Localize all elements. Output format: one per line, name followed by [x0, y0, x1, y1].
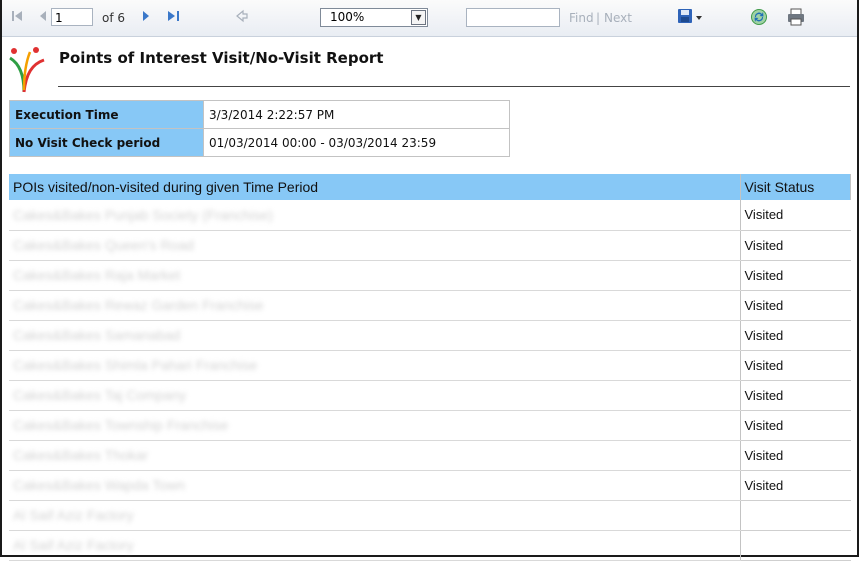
visit-status	[739, 530, 851, 561]
find-separator: |	[596, 11, 601, 25]
visit-status: Visited	[739, 260, 851, 291]
poi-name: Cakes&Bakes Taj Company	[9, 380, 740, 411]
table-row: Cakes&Bakes Raja Market Visited	[9, 260, 851, 291]
print-icon[interactable]	[786, 7, 806, 26]
table-row: Cakes&Bakes Queen's Road Visited	[9, 230, 851, 261]
visit-status: Visited	[739, 230, 851, 261]
table-row: Al Saif Aziz Factory	[9, 500, 851, 531]
table-row: Cakes&Bakes Samanabad Visited	[9, 320, 851, 351]
zoom-select[interactable]: 100% ▼	[320, 8, 428, 27]
visit-status	[739, 500, 851, 531]
table-row: Cakes&Bakes Shimla Pahari Franchise Visit…	[9, 350, 851, 381]
visit-status: Visited	[739, 200, 851, 231]
visit-status: Visited	[739, 410, 851, 441]
visit-status: Visited	[739, 440, 851, 471]
find-link[interactable]: Find	[569, 9, 594, 27]
column-header-poi: POIs visited/non-visited during given Ti…	[9, 174, 741, 200]
poi-name: Al Saif Aziz Factory	[9, 530, 740, 561]
poi-name: Cakes&Bakes Raja Market	[9, 260, 740, 291]
zoom-value: 100%	[330, 10, 365, 24]
visit-status: Visited	[739, 380, 851, 411]
visit-status: Visited	[739, 350, 851, 381]
poi-name: Cakes&Bakes Punjab Society (Franchise)	[9, 200, 740, 231]
visit-status: Visited	[739, 320, 851, 351]
report-title: Points of Interest Visit/No-Visit Report	[59, 49, 384, 67]
table-row: Al Saif Aziz Factory	[9, 530, 851, 561]
first-page-icon[interactable]	[11, 9, 23, 27]
next-page-icon[interactable]	[142, 9, 150, 27]
column-header-visit-status: Visit Status	[740, 174, 851, 200]
poi-name: Cakes&Bakes Queen's Road	[9, 230, 740, 261]
poi-name: Cakes&Bakes Rewaz Garden Franchise	[9, 290, 740, 321]
next-link[interactable]: Next	[604, 9, 632, 27]
previous-page-icon[interactable]	[39, 9, 47, 27]
poi-name: Cakes&Bakes Wapda Town	[9, 470, 740, 501]
visit-status: Visited	[739, 470, 851, 501]
info-value: 01/03/2014 00:00 - 03/03/2014 23:59	[203, 128, 510, 157]
poi-name: Al Saif Aziz Factory	[9, 500, 740, 531]
table-row: Cakes&Bakes Punjab Society (Franchise) Vi…	[9, 200, 851, 231]
visit-status: Visited	[739, 290, 851, 321]
page-number-input[interactable]: 1	[51, 8, 93, 26]
refresh-icon[interactable]	[750, 8, 768, 26]
info-row-execution-time: Execution Time 3/3/2014 2:22:57 PM	[9, 100, 510, 129]
poi-name: Cakes&Bakes Samanabad	[9, 320, 740, 351]
poi-name: Cakes&Bakes Shimla Pahari Franchise	[9, 350, 740, 381]
info-label: Execution Time	[9, 100, 204, 129]
back-to-parent-icon[interactable]	[235, 9, 249, 27]
table-row: Cakes&Bakes Township Franchise Visited	[9, 410, 851, 441]
table-row: Cakes&Bakes Rewaz Garden Franchise Visite…	[9, 290, 851, 321]
poi-visit-table: POIs visited/non-visited during given Ti…	[9, 174, 851, 561]
table-header-row: POIs visited/non-visited during given Ti…	[9, 174, 851, 200]
info-value: 3/3/2014 2:22:57 PM	[203, 100, 510, 129]
chevron-down-icon[interactable]: ▼	[411, 10, 426, 25]
poi-name: Cakes&Bakes Thokar	[9, 440, 740, 471]
company-logo	[6, 44, 48, 94]
table-row: Cakes&Bakes Wapda Town Visited	[9, 470, 851, 501]
info-row-check-period: No Visit Check period 01/03/2014 00:00 -…	[9, 128, 510, 157]
table-row: Cakes&Bakes Taj Company Visited	[9, 380, 851, 411]
report-toolbar: 1 of 6 100% ▼ Find | Next	[2, 0, 857, 37]
poi-name: Cakes&Bakes Township Franchise	[9, 410, 740, 441]
page-count-label: of 6	[102, 11, 126, 25]
last-page-icon[interactable]	[167, 9, 181, 27]
report-info-table: Execution Time 3/3/2014 2:22:57 PM No Vi…	[9, 100, 510, 157]
find-text-input[interactable]	[466, 8, 560, 27]
table-row: Cakes&Bakes Thokar Visited	[9, 440, 851, 471]
title-divider	[58, 86, 850, 87]
export-save-icon[interactable]	[676, 7, 704, 25]
info-label: No Visit Check period	[9, 128, 204, 157]
